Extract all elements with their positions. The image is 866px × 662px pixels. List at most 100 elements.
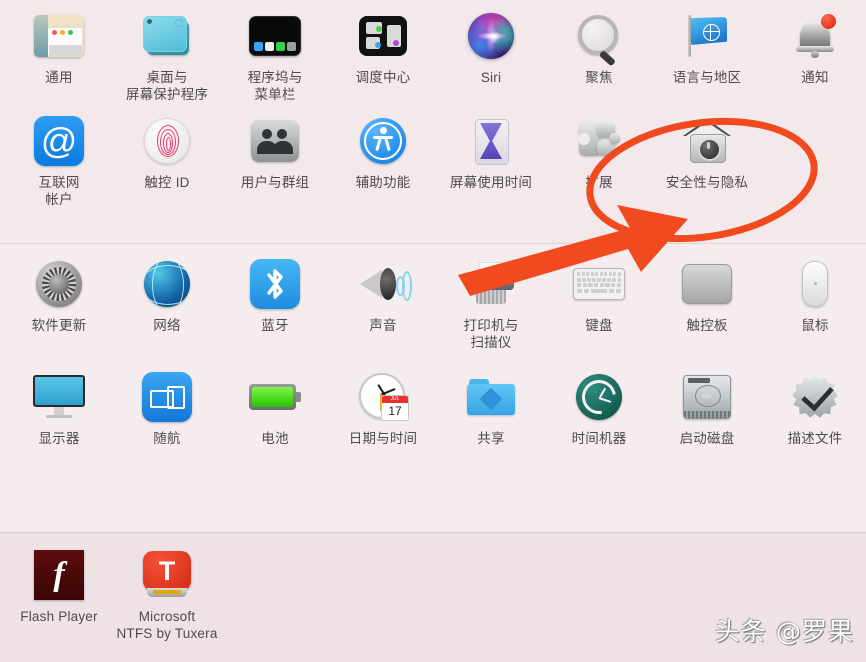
pref-item-tuxera-ntfs[interactable]: T Microsoft NTFS by Tuxera [113,547,221,642]
pref-item-extensions[interactable]: 扩展 [545,113,653,208]
pref-item-siri[interactable]: Siri [437,8,545,103]
system-preferences-window: 通用 桌面与 屏幕保护程序 程序坞与 菜单栏 调度中心 Siri 聚焦 语言与地… [0,0,866,662]
pref-item-flash-player[interactable]: f Flash Player [5,547,113,642]
pref-item-trackpad[interactable]: 触控板 [653,256,761,351]
pref-item-language-region[interactable]: 语言与地区 [653,8,761,103]
startup-disk-icon [679,369,735,425]
profiles-icon [787,369,843,425]
pref-item-label: 触控板 [686,318,728,333]
preference-row: 通用 桌面与 屏幕保护程序 程序坞与 菜单栏 调度中心 Siri 聚焦 语言与地… [0,8,866,103]
extensions-icon [571,113,627,169]
pref-item-label: 显示器 [38,431,80,446]
pref-item-mission-control[interactable]: 调度中心 [329,8,437,103]
pref-item-touch-id[interactable]: 触控 ID [113,113,221,208]
pref-item-label: 用户与群组 [240,175,310,190]
internet-accounts-icon: @ [31,113,87,169]
pref-item-displays[interactable]: 显示器 [5,369,113,447]
keyboard-icon [571,256,627,312]
pref-item-spotlight[interactable]: 聚焦 [545,8,653,103]
pref-item-battery[interactable]: 电池 [221,369,329,447]
sound-icon [355,256,412,312]
bluetooth-icon [247,256,303,312]
spotlight-icon [571,8,627,67]
pref-item-startup-disk[interactable]: 启动磁盘 [653,369,761,447]
pref-item-sidecar[interactable]: 随航 [113,369,221,447]
pref-item-time-machine[interactable]: 时间机器 [545,369,653,447]
calendar-day: 17 [388,404,402,418]
sidecar-icon [139,369,195,425]
pref-item-label: 电池 [261,431,289,446]
pref-item-label: Microsoft NTFS by Tuxera [116,609,218,641]
watermark: 头条 @罗果 [715,617,854,646]
general-icon [31,8,87,64]
pref-item-label: 蓝牙 [261,318,289,333]
pref-item-label: 共享 [477,431,505,446]
pref-item-sharing[interactable]: 共享 [437,369,545,447]
pref-item-desktop-screensaver[interactable]: 桌面与 屏幕保护程序 [113,8,221,103]
pref-item-label: 程序坞与 菜单栏 [247,70,303,102]
pref-item-label: 时间机器 [571,431,627,446]
pref-item-label: 调度中心 [355,70,411,85]
mission-control-icon [355,8,411,64]
pref-item-label: Flash Player [20,609,98,624]
printers-scanners-icon [463,256,519,312]
software-update-icon [31,256,87,312]
pref-item-label: 软件更新 [31,318,87,333]
pref-item-notifications[interactable]: 通知 [761,8,866,103]
language-region-icon [679,8,735,64]
pref-item-label: Siri [480,70,502,85]
siri-icon [463,8,519,64]
preferences-section-hardware: 软件更新 网络 蓝牙 声音 打印机与 扫描仪 键盘 触控板 鼠标 显示器 随航 … [0,243,866,532]
flash-player-icon: f [31,547,87,603]
pref-item-label: 聚焦 [585,70,613,85]
pref-item-security-privacy[interactable]: 安全性与隐私 [653,113,761,208]
pref-item-label: 互联网 帐户 [38,175,80,207]
pref-item-label: 扩展 [585,175,613,190]
pref-item-label: 声音 [369,318,397,333]
pref-item-bluetooth[interactable]: 蓝牙 [221,256,329,351]
pref-item-label: 打印机与 扫描仪 [463,318,519,350]
pref-item-software-update[interactable]: 软件更新 [5,256,113,351]
pref-item-dock-menubar[interactable]: 程序坞与 菜单栏 [221,8,329,103]
touch-id-icon [139,113,195,169]
accessibility-icon [355,113,411,169]
pref-item-users-groups[interactable]: 用户与群组 [221,113,329,208]
pref-item-label: 鼠标 [801,318,829,333]
pref-item-internet-accounts[interactable]: @ 互联网 帐户 [5,113,113,208]
pref-item-mouse[interactable]: 鼠标 [761,256,866,351]
pref-item-label: 网络 [153,318,181,333]
tuxera-ntfs-icon: T [139,547,195,603]
date-time-icon: JUL 17 [355,369,411,425]
pref-item-sound[interactable]: 声音 [329,256,437,351]
battery-icon [247,369,303,425]
security-privacy-icon [679,113,735,169]
pref-item-label: 语言与地区 [672,70,742,85]
pref-item-label: 屏幕使用时间 [449,175,533,190]
pref-item-label: 触控 ID [144,175,190,190]
sharing-icon [463,369,519,425]
pref-item-label: 随航 [153,431,181,446]
network-icon [139,256,195,312]
pref-item-network[interactable]: 网络 [113,256,221,351]
time-machine-icon [571,369,627,425]
pref-item-keyboard[interactable]: 键盘 [545,256,653,351]
pref-item-screen-time[interactable]: 屏幕使用时间 [437,113,545,208]
screen-time-icon [463,113,519,169]
pref-item-general[interactable]: 通用 [5,8,113,103]
dock-menubar-icon [247,8,303,64]
pref-item-accessibility[interactable]: 辅助功能 [329,113,437,208]
pref-item-profiles[interactable]: 描述文件 [761,369,866,447]
pref-item-label: 日期与时间 [348,431,418,446]
desktop-screensaver-icon [139,8,195,64]
pref-item-date-time[interactable]: JUL 17 日期与时间 [329,369,437,447]
preference-row: @ 互联网 帐户 触控 ID 用户与群组 辅助功能 屏幕使用时间 扩展 安全性与… [0,113,866,208]
pref-item-printers-scanners[interactable]: 打印机与 扫描仪 [437,256,545,351]
calendar-month: JUL [382,396,408,403]
pref-item-label: 通知 [801,70,829,85]
preference-row: 显示器 随航 电池 JUL 17 日期与时间 共享 时间机器 启动磁盘 描述文件 [0,369,866,447]
pref-item-label: 通用 [45,70,73,85]
mouse-icon [787,256,843,312]
preference-row: 软件更新 网络 蓝牙 声音 打印机与 扫描仪 键盘 触控板 鼠标 [0,256,866,351]
preferences-section-personal: 通用 桌面与 屏幕保护程序 程序坞与 菜单栏 调度中心 Siri 聚焦 语言与地… [0,0,866,243]
pref-item-label: 辅助功能 [355,175,411,190]
